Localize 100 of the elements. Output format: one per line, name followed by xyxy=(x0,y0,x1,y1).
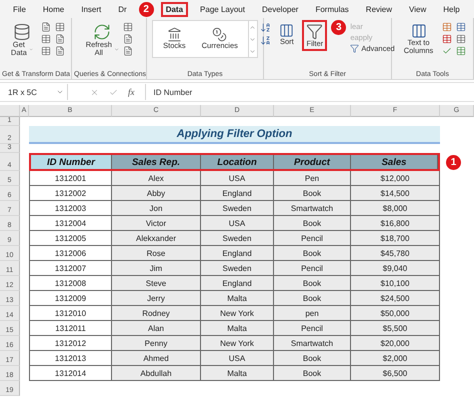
table-icon xyxy=(442,22,452,32)
table-cell: $5,500 xyxy=(351,321,440,336)
document-icon xyxy=(54,46,64,56)
table-cell: Victor xyxy=(112,216,201,231)
table-cell: Malta xyxy=(201,366,274,381)
name-box[interactable]: 1R x 5C xyxy=(0,84,68,100)
table-cell: Book xyxy=(274,216,351,231)
table-cell: 1312014 xyxy=(29,366,112,381)
table-cell: 1312002 xyxy=(29,186,112,201)
table-cell: Sweden xyxy=(201,261,274,276)
column-heading: Sales xyxy=(351,155,438,169)
cancel-icon xyxy=(90,88,99,96)
table-cell: Penny xyxy=(112,336,201,351)
table-cell: Rose xyxy=(112,246,201,261)
table-icon xyxy=(54,22,64,32)
document-icon xyxy=(123,46,133,56)
table-cell: Alekxander xyxy=(112,231,201,246)
table-cell: 1312008 xyxy=(29,276,112,291)
table-cell: $24,500 xyxy=(351,291,440,306)
table-cell: 1312003 xyxy=(29,201,112,216)
column-heading: ID Number xyxy=(31,155,112,169)
table-cell: pen xyxy=(274,306,351,321)
table-cell: 1312012 xyxy=(29,336,112,351)
table-cell: Book xyxy=(274,186,351,201)
refresh-icon xyxy=(93,23,111,41)
funnel-icon xyxy=(306,23,324,40)
table-icon xyxy=(456,46,466,56)
column-heading: Sales Rep. xyxy=(112,155,201,169)
table-cell: Book xyxy=(274,291,351,306)
ribbon-tab[interactable]: Home xyxy=(38,2,70,16)
table-icon xyxy=(442,34,452,44)
caret-icon xyxy=(29,46,34,53)
callout-badge: 3 xyxy=(331,20,346,35)
column-heading: Location xyxy=(201,155,274,169)
table-cell: Pencil xyxy=(274,231,351,246)
table-cell: Alan xyxy=(112,321,201,336)
table-cell: $12,000 xyxy=(351,171,440,186)
document-icon xyxy=(123,34,133,44)
ribbon-tab[interactable]: Review xyxy=(360,2,398,16)
table-cell: 1312007 xyxy=(29,261,112,276)
table-cell: $16,800 xyxy=(351,216,440,231)
ribbon-tab[interactable]: Dr xyxy=(113,2,132,16)
function-label[interactable]: fx xyxy=(128,87,134,97)
table-cell: Jim xyxy=(112,261,201,276)
columns-icon xyxy=(410,23,426,39)
ribbon-tab[interactable]: Developer xyxy=(256,2,304,16)
funnel-icon xyxy=(350,44,360,53)
table-icon xyxy=(456,22,466,32)
table-cell: Book xyxy=(274,366,351,381)
coins-icon xyxy=(212,27,228,42)
table-cell: 1312013 xyxy=(29,351,112,366)
document-icon xyxy=(40,22,50,32)
ribbon-tab[interactable]: View xyxy=(404,2,432,16)
table-cell: $50,000 xyxy=(351,306,440,321)
table-cell: $45,780 xyxy=(351,246,440,261)
scroll-up-icon xyxy=(249,24,256,30)
table-icon xyxy=(40,34,50,44)
table-cell: Sweden xyxy=(201,201,274,216)
table-cell: New York xyxy=(201,336,274,351)
sort-descending-icon xyxy=(260,35,272,46)
table-cell: Malta xyxy=(201,291,274,306)
table-cell: England xyxy=(201,276,274,291)
ribbon-tab[interactable]: Insert xyxy=(76,2,106,16)
table-cell: 1312005 xyxy=(29,231,112,246)
table-cell: Abdullah xyxy=(112,366,201,381)
ribbon-tab[interactable]: Page Layout xyxy=(195,2,250,16)
column-heading: Product xyxy=(274,155,351,169)
table-cell: England xyxy=(201,246,274,261)
ribbon-tab[interactable]: Formulas xyxy=(310,2,354,16)
table-cell: 1312006 xyxy=(29,246,112,261)
table-cell: Steve xyxy=(112,276,201,291)
table-cell: 1312011 xyxy=(29,321,112,336)
caret-icon xyxy=(56,88,64,96)
table-cell: $9,040 xyxy=(351,261,440,276)
scroll-down-icon xyxy=(249,36,256,42)
ribbon-tab[interactable]: File xyxy=(8,2,31,16)
select-all-corner[interactable] xyxy=(0,105,20,117)
formula-field[interactable]: ID Number xyxy=(146,84,474,100)
table-cell: $6,500 xyxy=(351,366,440,381)
bank-icon xyxy=(166,27,182,42)
table-cell: Smartwatch xyxy=(274,336,351,351)
sheet-title: Applying Filter Option xyxy=(29,126,440,144)
table-cell: Ahmed xyxy=(112,351,201,366)
table-cell: $20,000 xyxy=(351,336,440,351)
table-icon xyxy=(123,22,133,32)
enter-icon xyxy=(109,88,118,96)
table-cell: USA xyxy=(201,216,274,231)
table-cell: Pencil xyxy=(274,321,351,336)
caret-icon xyxy=(114,46,120,53)
table-cell: Sweden xyxy=(201,231,274,246)
table-cell: Smartwatch xyxy=(274,201,351,216)
more-icon xyxy=(249,48,256,54)
table-cell: $14,500 xyxy=(351,186,440,201)
sort-ascending-icon xyxy=(260,22,272,33)
ribbon-tab[interactable]: Data xyxy=(160,2,188,16)
table-cell: 1312009 xyxy=(29,291,112,306)
table-cell: USA xyxy=(201,351,274,366)
table-cell: Book xyxy=(274,351,351,366)
ribbon-tab[interactable]: Help xyxy=(438,2,465,16)
table-cell: $18,700 xyxy=(351,231,440,246)
